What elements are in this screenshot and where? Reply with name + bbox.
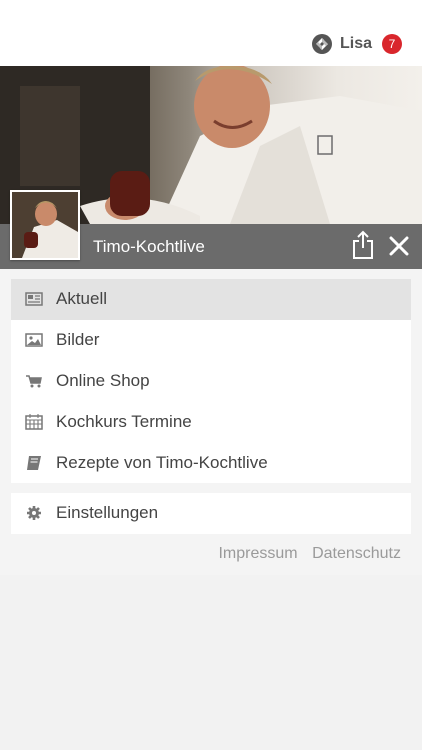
menu-item-online-shop[interactable]: Online Shop <box>11 361 411 402</box>
user-name: Lisa <box>339 35 372 52</box>
menu-item-bilder[interactable]: Bilder <box>11 320 411 361</box>
impressum-link[interactable]: Impressum <box>218 545 297 562</box>
menu-item-kochkurs-termine[interactable]: Kochkurs Termine <box>11 401 411 442</box>
menu-item-aktuell[interactable]: Aktuell <box>11 279 411 320</box>
menu-item-label: Kochkurs Termine <box>56 411 192 431</box>
user-profile[interactable]: Lisa 7 <box>311 33 402 55</box>
app-logo-icon <box>311 34 332 54</box>
share-icon[interactable] <box>351 230 375 260</box>
calendar-icon <box>25 413 43 430</box>
book-icon <box>27 455 41 470</box>
notification-badge[interactable]: 7 <box>382 34 402 54</box>
menu-item-label: Online Shop <box>56 370 150 390</box>
page-title: Timo-Kochtlive <box>93 237 205 256</box>
menu-item-rezepte[interactable]: Rezepte von Timo-Kochtlive <box>11 442 411 483</box>
image-icon <box>25 333 43 347</box>
menu-item-einstellungen[interactable]: Einstellungen <box>11 493 411 534</box>
menu-item-label: Einstellungen <box>56 503 159 523</box>
empty-area <box>0 575 422 750</box>
menu-item-label: Bilder <box>56 330 100 350</box>
gear-icon <box>27 506 41 521</box>
main-menu: Aktuell Bilder Online Shop Kochkurs Term… <box>11 279 411 483</box>
menu-item-label: Rezepte von Timo-Kochtlive <box>56 452 268 472</box>
newspaper-icon <box>25 292 43 307</box>
menu-item-label: Aktuell <box>56 289 108 309</box>
cart-icon <box>26 375 42 388</box>
close-icon[interactable] <box>388 235 410 257</box>
top-bar: Lisa 7 <box>0 0 422 66</box>
footer-links: Impressum Datenschutz <box>208 545 401 563</box>
avatar <box>10 190 80 260</box>
datenschutz-link[interactable]: Datenschutz <box>312 545 401 562</box>
settings-menu: Einstellungen <box>11 493 411 534</box>
